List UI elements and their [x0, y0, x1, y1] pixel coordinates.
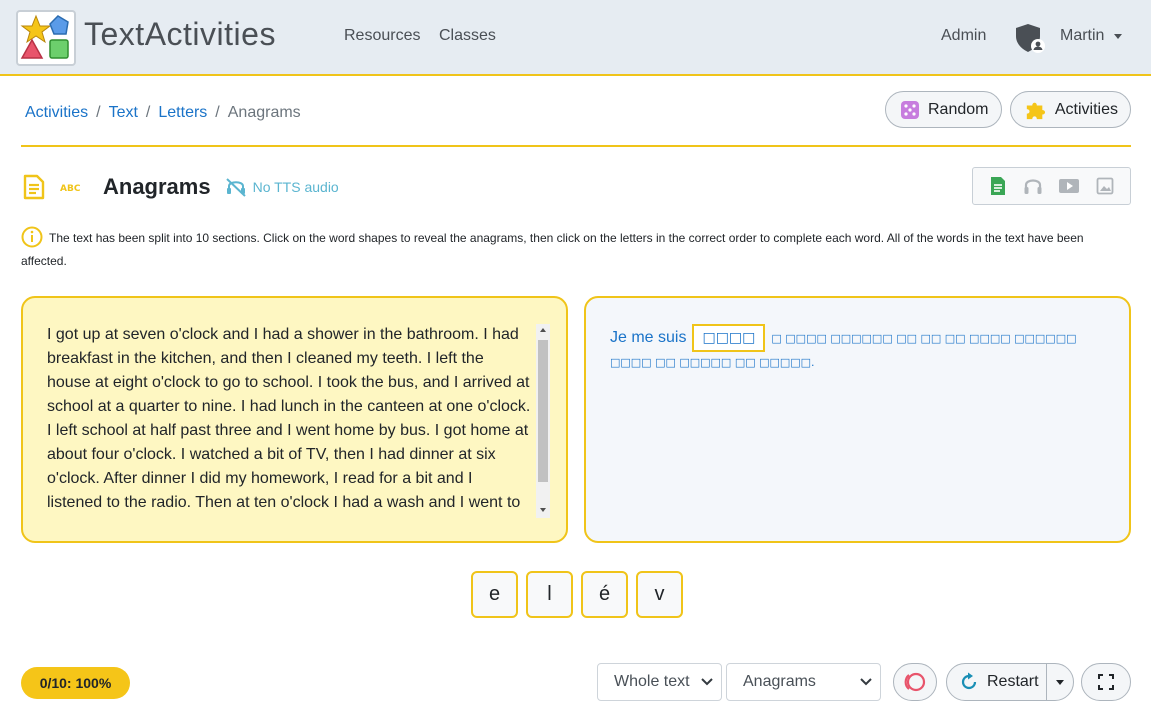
- breadcrumb-current: Anagrams: [227, 104, 301, 121]
- chevron-down-icon[interactable]: [1114, 34, 1122, 39]
- brand-name[interactable]: TextActivities: [84, 16, 276, 53]
- score-badge: 0/10: 100%: [21, 667, 130, 699]
- breadcrumb-separator: /: [215, 104, 220, 121]
- tts-status: No TTS audio: [252, 179, 339, 195]
- breadcrumb-separator: /: [96, 104, 101, 121]
- letter-tile[interactable]: e: [471, 571, 518, 618]
- info-icon: [21, 226, 43, 248]
- source-text-panel: I got up at seven o'clock and I had a sh…: [21, 296, 568, 543]
- breadcrumb-separator: /: [145, 104, 151, 121]
- logo-icon[interactable]: [16, 10, 76, 66]
- headphones-icon[interactable]: [1023, 176, 1043, 196]
- image-icon[interactable]: [1096, 177, 1114, 195]
- scrollbar-thumb[interactable]: [538, 340, 548, 482]
- instructions-text: The text has been split into 10 sections…: [21, 231, 1084, 268]
- activity-select-value: Anagrams: [743, 673, 816, 690]
- abc-icon: ABC: [60, 184, 81, 194]
- restart-button[interactable]: Restart: [947, 664, 1047, 700]
- puzzle-icon: [1026, 102, 1046, 119]
- revealed-text: Je me suis: [610, 329, 687, 346]
- restart-label: Restart: [987, 673, 1039, 690]
- fullscreen-icon: [1098, 674, 1114, 690]
- activity-header: ABC Anagrams No TTS audio: [21, 172, 339, 202]
- activities-button[interactable]: Activities: [1010, 91, 1131, 128]
- restart-icon: [961, 672, 977, 690]
- text-view-icon[interactable]: [989, 176, 1007, 196]
- letter-tile[interactable]: é: [581, 571, 628, 618]
- scrollbar[interactable]: [536, 324, 550, 518]
- breadcrumb-activities[interactable]: Activities: [25, 104, 88, 122]
- letter-tile[interactable]: v: [636, 571, 683, 618]
- activity-select[interactable]: Anagrams: [726, 663, 881, 701]
- document-icon: [23, 174, 45, 200]
- restart-button-group: Restart: [946, 663, 1074, 701]
- restart-dropdown-toggle[interactable]: [1047, 664, 1073, 700]
- svg-text:ABC: ABC: [60, 184, 81, 194]
- scope-select-value: Whole text: [614, 673, 690, 690]
- random-button-label: Random: [928, 100, 989, 118]
- letter-tiles: e l é v: [471, 571, 683, 618]
- shield-user-icon[interactable]: [1014, 22, 1046, 59]
- current-word-shape[interactable]: □□□□: [692, 324, 766, 352]
- divider: [21, 145, 1131, 147]
- nav-link-classes[interactable]: Classes: [439, 27, 496, 45]
- breadcrumb-text[interactable]: Text: [109, 104, 138, 122]
- nav-link-admin[interactable]: Admin: [941, 27, 986, 45]
- word-shapes[interactable]: □ □□□□ □□□□□□ □□ □□ □□ □□□□ □□□□□□: [771, 332, 1076, 345]
- no-audio-icon: [225, 178, 246, 197]
- chevron-down-icon: [860, 678, 872, 686]
- letter-tile[interactable]: l: [526, 571, 573, 618]
- instructions: The text has been split into 10 sections…: [21, 226, 1131, 273]
- breadcrumb-letters[interactable]: Letters: [158, 104, 207, 122]
- ring-button[interactable]: [893, 663, 937, 701]
- answer-panel: Je me suis □□□□ □ □□□□ □□□□□□ □□ □□ □□ □…: [584, 296, 1131, 543]
- caret-down-icon: [1056, 679, 1064, 685]
- video-icon[interactable]: [1058, 177, 1080, 195]
- chevron-down-icon: [701, 678, 713, 686]
- ring-icon: [904, 672, 926, 692]
- page-title: Anagrams: [103, 174, 211, 199]
- answer-line: Je me suis □□□□ □ □□□□ □□□□□□ □□ □□ □□ □…: [610, 324, 1076, 352]
- random-button[interactable]: Random: [885, 91, 1002, 128]
- word-shapes[interactable]: □□□□ □□ □□□□□ □□ □□□□□.: [610, 356, 815, 369]
- source-text: I got up at seven o'clock and I had a sh…: [47, 326, 531, 511]
- dice-icon: [901, 100, 919, 119]
- fullscreen-button[interactable]: [1081, 663, 1131, 701]
- scroll-up-icon[interactable]: [540, 328, 546, 332]
- breadcrumb: Activities / Text / Letters / Anagrams: [25, 104, 301, 122]
- user-menu[interactable]: Martin: [1060, 27, 1104, 45]
- top-navbar: TextActivities Resources Classes Admin M…: [0, 0, 1151, 76]
- nav-link-resources[interactable]: Resources: [344, 27, 420, 45]
- view-toolbar: [972, 167, 1131, 205]
- activities-button-label: Activities: [1054, 100, 1118, 118]
- scope-select[interactable]: Whole text: [597, 663, 722, 701]
- scroll-down-icon[interactable]: [540, 508, 546, 512]
